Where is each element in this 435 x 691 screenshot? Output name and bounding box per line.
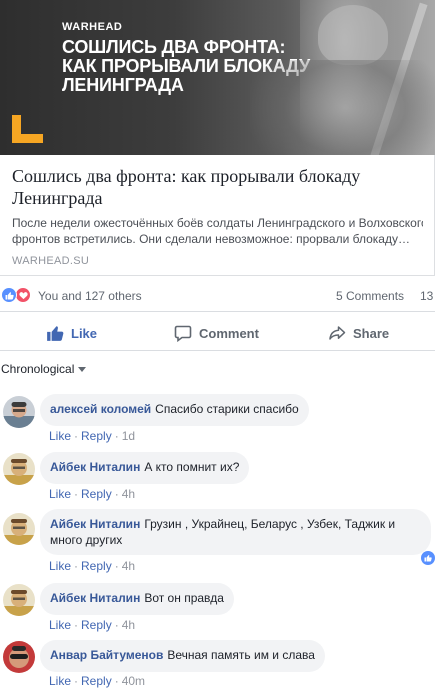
comment-like-link[interactable]: Like [49,487,71,501]
share-button-label: Share [353,325,390,341]
comment-reply-link[interactable]: Reply [81,429,112,443]
comment-author[interactable]: Айбек Ниталин [50,460,140,474]
separator: · [114,429,119,443]
comment-text: Вот он правда [144,591,224,605]
divider [0,311,435,312]
link-description-line: фронтов встретились. Они сделали невозмо… [12,232,410,246]
separator: · [74,429,79,443]
comment-author[interactable]: Айбек Ниталин [50,591,140,605]
separator: · [114,559,119,573]
love-icon [15,287,31,303]
link-title[interactable]: Сошлись два фронта: как прорывали блокад… [12,165,423,209]
chevron-down-icon [78,366,87,372]
facebook-post-view: WARHEAD СОШЛИСЬ ДВА ФРОНТА: КАК ПРОРЫВАЛ… [0,0,435,691]
comment-button-label: Comment [199,325,259,341]
avatar[interactable] [3,396,35,428]
comment-author[interactable]: Айбек Ниталин [50,517,140,531]
comment-timestamp[interactable]: 4h [122,487,135,501]
link-description: После недели ожесточённых боёв солдаты Л… [12,215,423,247]
share-arrow-icon [329,326,346,340]
comment-meta: Like · Reply · 1d [49,429,135,443]
link-preview-card[interactable]: WARHEAD СОШЛИСЬ ДВА ФРОНТА: КАК ПРОРЫВАЛ… [0,0,435,276]
comment-bubble: Айбек Ниталин Грузин , Украйнец, Беларус … [40,509,431,555]
like-button-label: Like [71,325,98,341]
avatar[interactable] [3,453,35,485]
image-brand-label: WARHEAD [62,21,123,33]
like-icon [1,287,17,303]
comment-bubble: Айбек Ниталин А кто помнит их? [40,452,250,484]
link-description-line: После недели ожесточённых боёв солдаты Л… [12,216,423,230]
comment-bubble: алексей коломей Спасибо старики спасибо [40,394,309,426]
divider [0,350,435,351]
comment-meta: Like · Reply · 4h [49,559,135,573]
separator: · [114,618,119,632]
avatar[interactable] [3,641,35,673]
comment-timestamp[interactable]: 1d [122,429,135,443]
comment-sort-dropdown[interactable]: Chronological [1,362,87,376]
comments-count[interactable]: 5 Comments [336,289,404,303]
like-button[interactable]: Like [46,322,97,344]
separator: · [114,487,119,501]
avatar[interactable] [3,584,35,616]
link-preview-text[interactable]: Сошлись два фронта: как прорывали блокад… [0,155,435,276]
comment-like-link[interactable]: Like [49,618,71,632]
image-headline-line: КАК ПРОРЫВАЛИ БЛОКАДУ [62,56,311,76]
avatar[interactable] [3,513,35,545]
comment-like-reaction-icon[interactable] [421,551,435,565]
comment-author[interactable]: Анвар Байтуменов [50,648,163,662]
comment-bubble: Анвар Байтуменов Вечная память им и слава [40,640,325,672]
comment-icon [174,325,192,342]
comment-text: Грузин , Украйнец, Беларус , Узбек, Тадж… [144,517,396,531]
separator: · [74,674,79,688]
comment-bubble: Айбек Ниталин Вот он правда [40,583,234,615]
comment-reply-link[interactable]: Reply [81,618,112,632]
reaction-icons[interactable] [1,287,35,303]
share-button[interactable]: Share [328,322,389,344]
comment-text: А кто помнит их? [144,460,240,474]
separator: · [74,487,79,501]
comment-like-link[interactable]: Like [49,559,71,573]
comment-text: много других [50,533,123,547]
comment-timestamp[interactable]: 4h [122,618,135,632]
comment-meta: Like · Reply · 40m [49,674,145,688]
comment-like-link[interactable]: Like [49,674,71,688]
comment-timestamp[interactable]: 40m [122,674,145,688]
separator: · [74,559,79,573]
comment-timestamp[interactable]: 4h [122,559,135,573]
comment-reply-link[interactable]: Reply [81,487,112,501]
comment-text: Вечная память им и слава [167,648,315,662]
separator: · [74,618,79,632]
post-action-bar: Like Comment Share [0,316,435,348]
comment-button[interactable]: Comment [174,322,259,344]
comment-text: Спасибо старики спасибо [155,402,299,416]
comment-reply-link[interactable]: Reply [81,559,112,573]
comment-meta: Like · Reply · 4h [49,487,135,501]
comment-sort-label: Chronological [1,362,75,376]
image-headline-line: СОШЛИСЬ ДВА ФРОНТА: [62,37,286,57]
shares-count[interactable]: 13 [420,289,433,303]
comment-author[interactable]: алексей коломей [50,402,151,416]
comment-meta: Like · Reply · 4h [49,618,135,632]
link-preview-image[interactable]: WARHEAD СОШЛИСЬ ДВА ФРОНТА: КАК ПРОРЫВАЛ… [0,0,435,155]
comment-like-link[interactable]: Like [49,429,71,443]
reactions-summary: You and 127 others 5 Comments 13 [0,285,435,305]
reactions-summary-text[interactable]: You and 127 others [38,289,142,303]
thumbs-up-icon [47,326,64,341]
image-headline-line: ЛЕНИНГРАДА [62,75,184,95]
warhead-logo-icon [12,115,43,143]
image-headline: СОШЛИСЬ ДВА ФРОНТА: КАК ПРОРЫВАЛИ БЛОКАД… [62,38,332,95]
link-domain: WARHEAD.SU [12,255,90,267]
separator: · [114,674,119,688]
comment-reply-link[interactable]: Reply [81,674,112,688]
